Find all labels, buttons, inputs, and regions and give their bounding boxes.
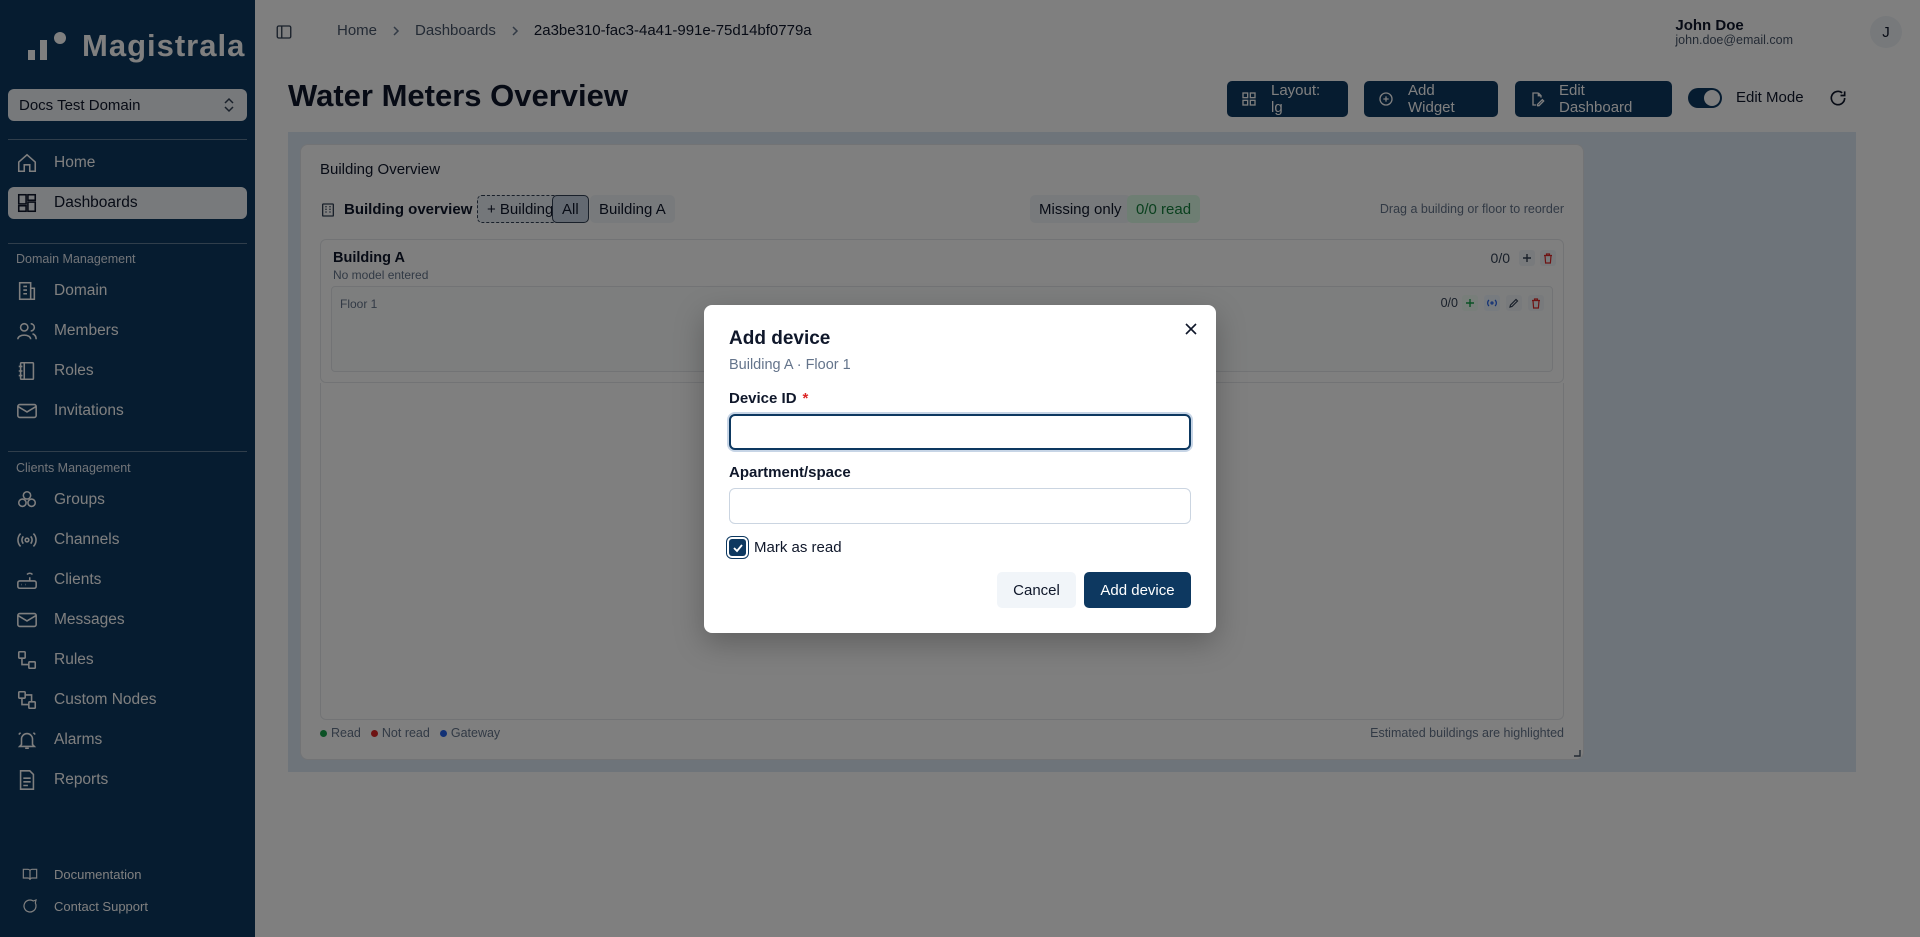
- required-marker: *: [802, 390, 809, 407]
- dialog-subtitle: Building A · Floor 1: [729, 357, 851, 373]
- device-id-label-text: Device ID: [729, 390, 797, 407]
- close-icon[interactable]: [1184, 322, 1198, 336]
- device-id-label: Device ID *: [729, 390, 808, 407]
- device-id-input[interactable]: [729, 414, 1191, 450]
- mark-as-read-checkbox[interactable]: Mark as read: [729, 539, 842, 556]
- add-device-submit-button[interactable]: Add device: [1084, 572, 1191, 608]
- apartment-label: Apartment/space: [729, 464, 851, 481]
- checkbox-checked-icon[interactable]: [729, 539, 746, 556]
- add-device-dialog: Add device Building A · Floor 1 Device I…: [704, 305, 1216, 633]
- apartment-input[interactable]: [729, 488, 1191, 524]
- cancel-button[interactable]: Cancel: [997, 572, 1076, 608]
- dialog-title: Add device: [729, 328, 831, 349]
- mark-as-read-label: Mark as read: [754, 539, 842, 556]
